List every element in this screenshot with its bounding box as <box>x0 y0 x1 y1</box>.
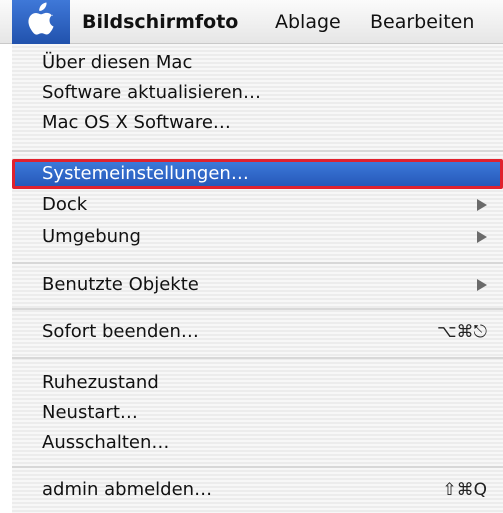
menu-item-label: Benutzte Objekte <box>42 274 199 295</box>
menu-item-label: Ruhezustand <box>42 372 159 393</box>
menu-item-label: Über diesen Mac <box>42 52 193 73</box>
menu-separator <box>12 150 503 152</box>
menu-item-shut-down[interactable]: Ausschalten… <box>12 428 503 458</box>
menu-item-system-preferences[interactable]: Systemeinstellungen… <box>12 159 503 189</box>
menu-separator <box>12 308 503 310</box>
menu-item-restart[interactable]: Neustart… <box>12 398 503 428</box>
menu-item-label: Mac OS X Software… <box>42 112 231 133</box>
menu-file[interactable]: Ablage <box>275 0 341 44</box>
menu-item-mac-os-x-software[interactable]: Mac OS X Software… <box>12 108 503 138</box>
shortcut-label: ⇧⌘Q <box>442 480 487 500</box>
shortcut-label: ⌥⌘⎋ <box>436 322 487 342</box>
menu-item-label: Systemeinstellungen… <box>42 163 249 184</box>
menu-item-about-mac[interactable]: Über diesen Mac <box>12 48 503 78</box>
submenu-arrow-icon <box>477 199 487 211</box>
menu-item-label: admin abmelden… <box>42 479 213 500</box>
menu-item-label: Dock <box>42 194 88 215</box>
menu-item-dock[interactable]: Dock <box>12 190 503 220</box>
menu-item-label: Neustart… <box>42 402 138 423</box>
menu-item-log-out[interactable]: admin abmelden… ⇧⌘Q <box>12 475 503 505</box>
menu-item-label: Software aktualisieren… <box>42 82 261 103</box>
menu-item-label: Sofort beenden… <box>42 321 199 342</box>
menu-separator <box>12 466 503 468</box>
submenu-arrow-icon <box>477 231 487 243</box>
menu-edit[interactable]: Bearbeiten <box>370 0 474 44</box>
menu-item-software-update[interactable]: Software aktualisieren… <box>12 78 503 108</box>
menu-item-location[interactable]: Umgebung <box>12 222 503 252</box>
menu-separator <box>12 357 503 359</box>
menu-item-sleep[interactable]: Ruhezustand <box>12 368 503 398</box>
menu-item-label: Ausschalten… <box>42 432 170 453</box>
apple-menu[interactable] <box>12 0 70 44</box>
menu-item-force-quit[interactable]: Sofort beenden… ⌥⌘⎋ <box>12 317 503 347</box>
apple-icon <box>26 2 56 42</box>
menu-item-recent-items[interactable]: Benutzte Objekte <box>12 270 503 300</box>
menu-bar: Bildschirmfoto Ablage Bearbeiten <box>0 0 503 44</box>
menu-item-label: Umgebung <box>42 226 141 247</box>
menu-separator <box>12 262 503 264</box>
apple-dropdown-menu: Über diesen Mac Software aktualisieren… … <box>12 44 503 513</box>
menu-app-title[interactable]: Bildschirmfoto <box>82 0 238 44</box>
submenu-arrow-icon <box>477 279 487 291</box>
